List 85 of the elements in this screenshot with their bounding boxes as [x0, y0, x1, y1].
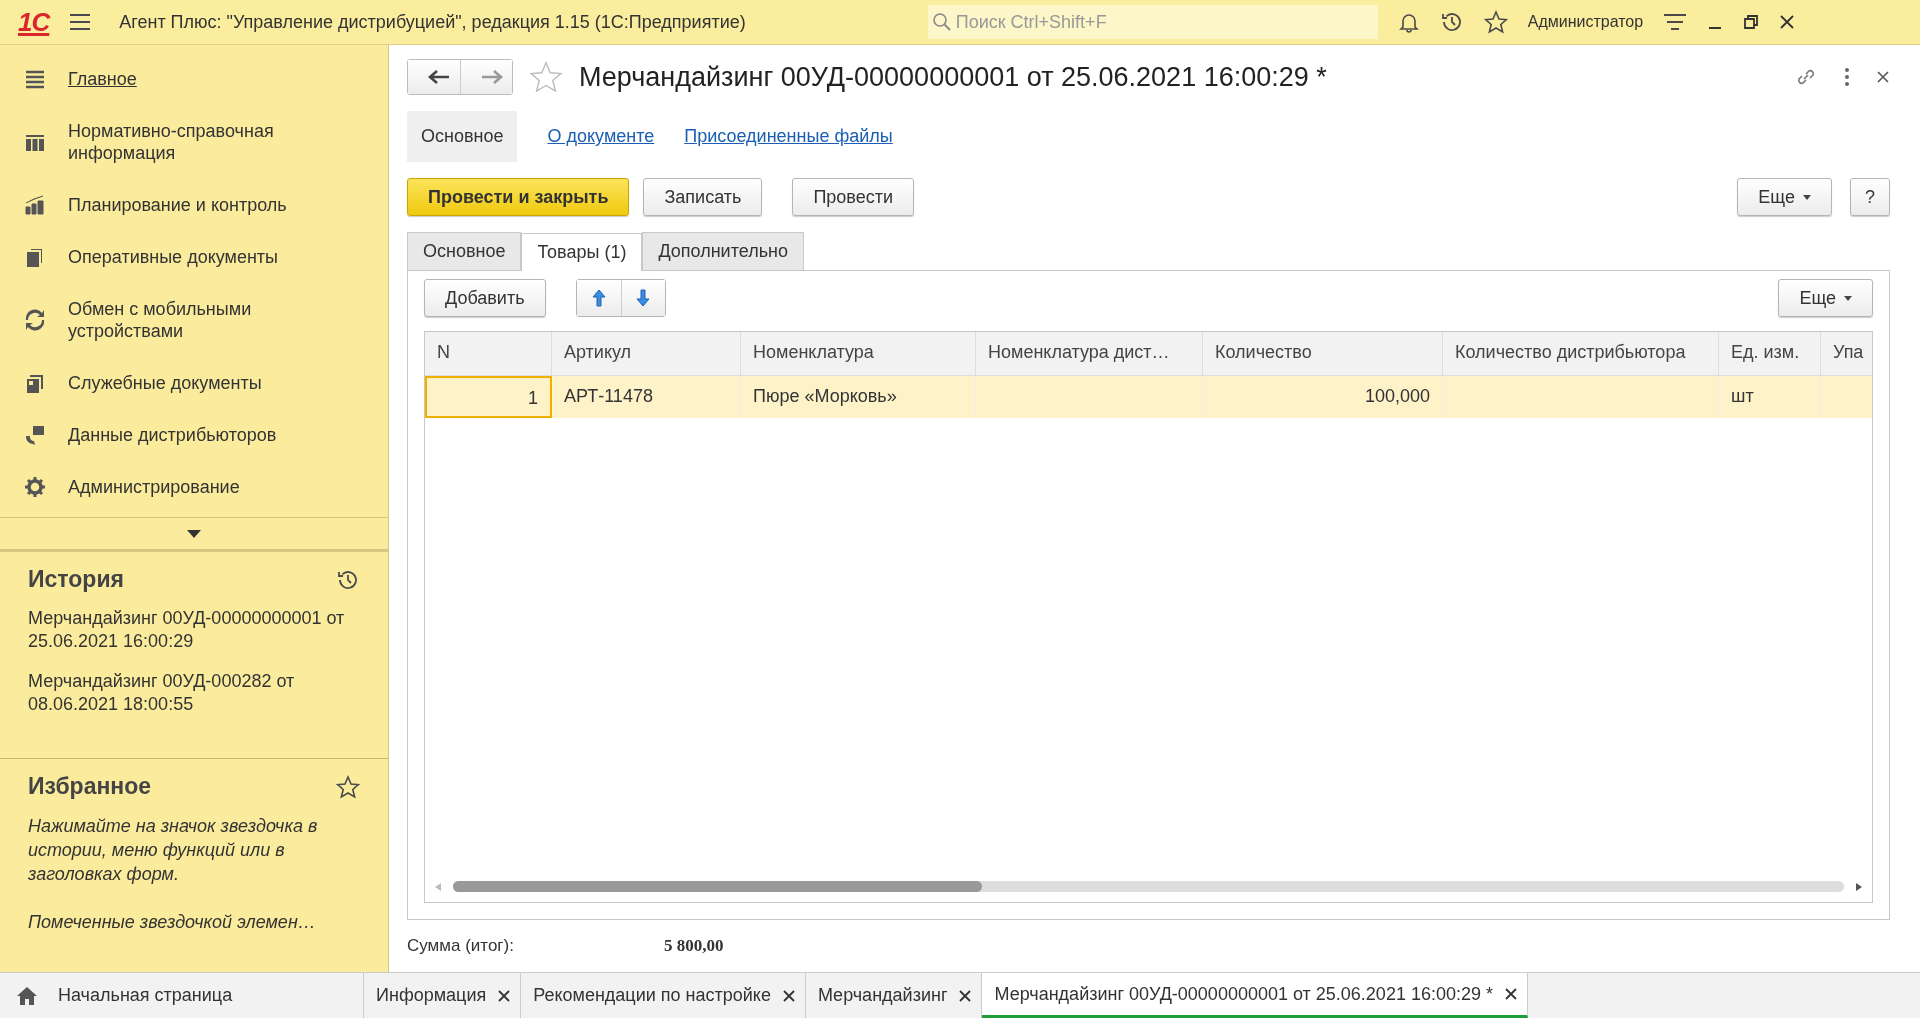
- section-tab[interactable]: Основное: [407, 111, 518, 162]
- close-icon[interactable]: [782, 989, 795, 1002]
- column-header[interactable]: Номенклатура дист…: [976, 332, 1203, 376]
- forward-arrow-icon: [480, 70, 503, 84]
- close-icon[interactable]: [1876, 70, 1890, 84]
- sidebar-item[interactable]: Нормативно-справочная информация: [0, 105, 388, 179]
- command-button[interactable]: Провести: [792, 178, 915, 216]
- more-button[interactable]: Еще: [1737, 178, 1832, 216]
- close-icon[interactable]: [498, 989, 511, 1002]
- table-cell: 100,000: [1203, 376, 1443, 418]
- column-header[interactable]: Количество: [1203, 332, 1443, 376]
- column-header[interactable]: Ед. изм.: [1719, 332, 1821, 376]
- tab[interactable]: Дополнительно: [642, 232, 804, 270]
- back-button[interactable]: [408, 60, 460, 94]
- user-name[interactable]: Администратор: [1527, 13, 1644, 31]
- tab[interactable]: Товары (1): [521, 233, 643, 271]
- column-header[interactable]: Количество дистрибьютора: [1443, 332, 1719, 376]
- table-cell: 1: [425, 376, 552, 418]
- history-icon[interactable]: [1439, 10, 1464, 34]
- favorites-hint: Нажимайте на значок звездочка в истории, меню функций или в заголовках форм.: [28, 815, 319, 886]
- column-header[interactable]: Номенклатура: [741, 332, 976, 376]
- settings-icon[interactable]: [1663, 13, 1688, 31]
- expand-arrow-icon[interactable]: [187, 529, 201, 538]
- bar-chart-icon: [24, 194, 46, 216]
- total-label: Сумма (итог):: [407, 936, 514, 956]
- column-header[interactable]: Упа: [1821, 332, 1872, 376]
- total-value: 5 800,00: [663, 936, 724, 956]
- table-cell: Пюре «Морковь»: [741, 376, 976, 418]
- favorites-hint: Помеченные звездочкой элемен…: [28, 911, 317, 934]
- star-icon[interactable]: [529, 60, 563, 94]
- tab[interactable]: Основное: [407, 232, 522, 270]
- table-cell: шт: [1719, 376, 1821, 418]
- close-icon[interactable]: [1779, 14, 1796, 30]
- open-window-tab[interactable]: Информация: [364, 973, 522, 1018]
- caret-icon: [1844, 295, 1852, 301]
- open-window-tab[interactable]: Начальная страница: [0, 973, 364, 1018]
- caret-icon: [1803, 194, 1811, 200]
- section-link[interactable]: Присоединенные файлы: [684, 126, 893, 147]
- close-icon[interactable]: [959, 989, 972, 1002]
- search-field[interactable]: Поиск Ctrl+Shift+F: [927, 5, 1378, 39]
- star-icon[interactable]: [336, 774, 360, 799]
- bell-icon[interactable]: [1397, 11, 1420, 33]
- command-button[interactable]: Записать: [643, 178, 763, 216]
- favorites-title: Избранное: [28, 773, 152, 800]
- section-link[interactable]: О документе: [547, 126, 655, 147]
- up-arrow-icon: [591, 289, 606, 307]
- history-link[interactable]: Мерчандайзинг 00УД-00000000001 от 25.06.2021 16:00:29: [28, 607, 360, 654]
- sidebar-item[interactable]: Оперативные документы: [0, 231, 388, 283]
- back-arrow-icon: [428, 70, 450, 84]
- move-down-button[interactable]: [620, 280, 665, 316]
- window-title: Агент Плюс: "Управление дистрибуцией", редакция 1.15 (1С:Предприятие): [119, 11, 746, 33]
- open-window-tab[interactable]: Мерчандайзинг 00УД-00000000001 от 25.06.2021 16:00:29 *: [982, 973, 1528, 1018]
- table-cell: АРТ-11478: [552, 376, 741, 418]
- post-and-close-button[interactable]: Провести и закрыть: [407, 178, 630, 216]
- sidebar-item[interactable]: Обмен с мобильными устройствами: [0, 283, 388, 357]
- column-header[interactable]: N: [425, 332, 552, 376]
- sidebar-item[interactable]: Администрирование: [0, 461, 388, 513]
- settings-icon: [24, 476, 46, 498]
- app-logo: 1С: [18, 6, 50, 38]
- form-title: Мерчандайзинг 00УД-00000000001 от 25.06.2021 16:00:29 *: [579, 61, 1327, 93]
- restore-icon[interactable]: [1743, 14, 1760, 30]
- table-row[interactable]: 1 АРТ-11478 Пюре «Морковь» 100,000 шт: [425, 376, 1872, 418]
- help-button[interactable]: ?: [1850, 178, 1890, 216]
- history-title: История: [28, 566, 124, 594]
- list-icon: [24, 68, 46, 90]
- sidebar-item[interactable]: Главное: [0, 53, 388, 105]
- sidebar-item[interactable]: Служебные документы: [0, 357, 388, 409]
- more-icon[interactable]: [1844, 67, 1850, 87]
- documents-icon: [24, 372, 46, 394]
- menu-icon[interactable]: [69, 13, 92, 31]
- scrollbar[interactable]: [453, 881, 1844, 892]
- home-icon: [16, 985, 38, 1006]
- open-window-tab[interactable]: Рекомендации по настройке: [521, 973, 806, 1018]
- move-up-button[interactable]: [576, 280, 621, 316]
- close-icon[interactable]: [1505, 988, 1517, 1000]
- column-header[interactable]: Артикул: [552, 332, 741, 376]
- add-button[interactable]: Добавить: [424, 279, 546, 317]
- sidebar-item[interactable]: Планирование и контроль: [0, 179, 388, 231]
- sync-icon: [24, 309, 46, 331]
- history-link[interactable]: Мерчандайзинг 00УД-000282 от 08.06.2021 18:00:55: [28, 670, 360, 717]
- down-arrow-icon: [636, 289, 651, 307]
- star-icon[interactable]: [1483, 10, 1508, 34]
- scroll-right-icon[interactable]: [1856, 882, 1862, 891]
- sidebar-item[interactable]: Данные дистрибьюторов: [0, 409, 388, 461]
- more-button[interactable]: Еще: [1778, 279, 1873, 317]
